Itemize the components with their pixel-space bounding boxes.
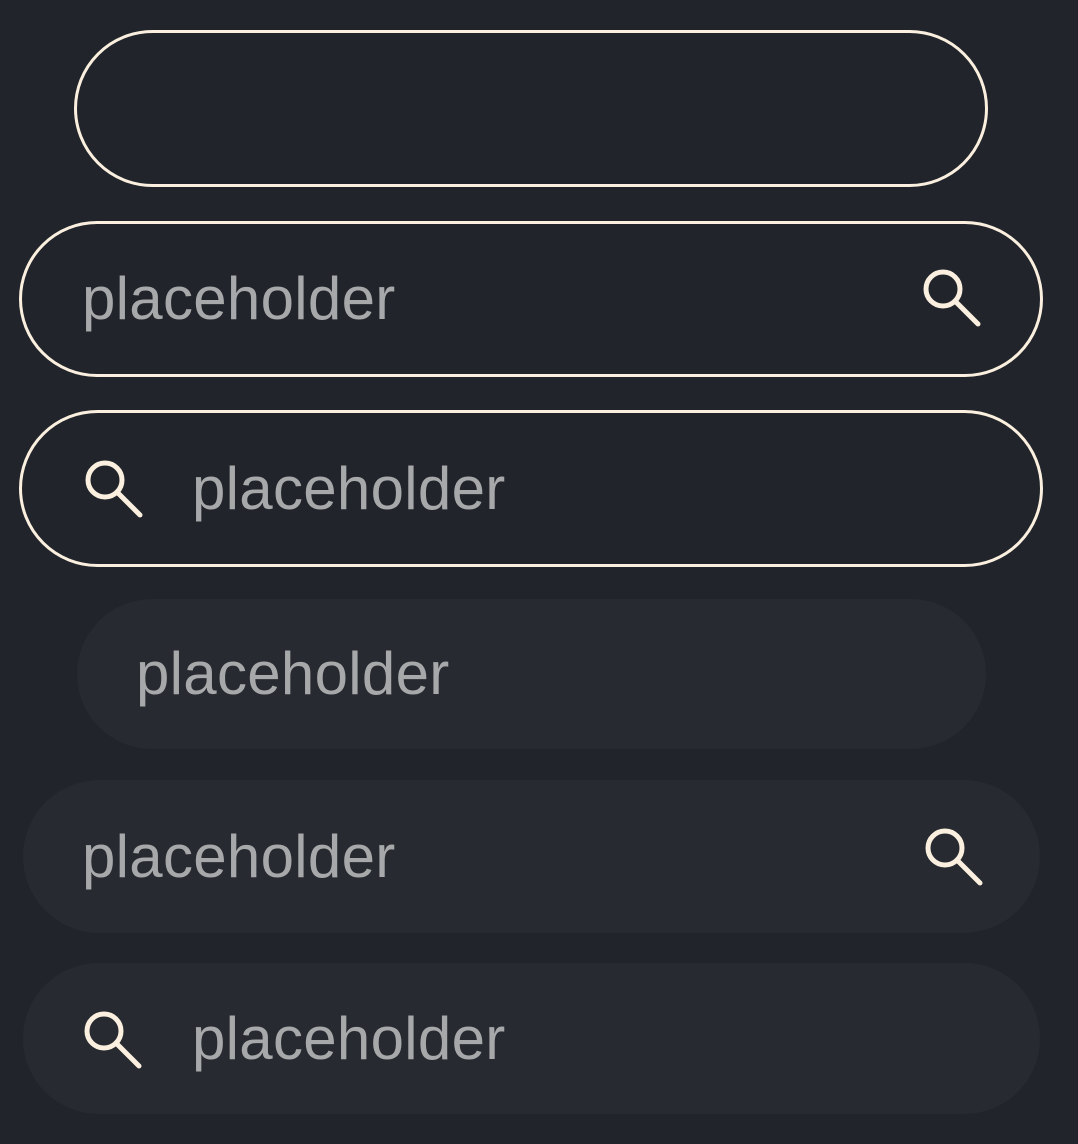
search-input-filled-leading-icon[interactable]: placeholder	[23, 963, 1040, 1114]
search-input-outlined-trailing-icon[interactable]: placeholder	[19, 221, 1043, 377]
search-input-filled-plain[interactable]: placeholder	[77, 599, 986, 749]
search-icon	[79, 1006, 143, 1070]
search-icon[interactable]	[918, 264, 982, 328]
search-placeholder: placeholder	[192, 454, 506, 522]
search-icon	[80, 455, 144, 519]
search-placeholder: placeholder	[82, 265, 396, 332]
search-placeholder: placeholder	[192, 1004, 506, 1072]
search-input-outlined-leading-icon[interactable]: placeholder	[19, 410, 1043, 567]
search-placeholder: placeholder	[82, 822, 396, 890]
search-placeholder: placeholder	[136, 640, 450, 707]
search-field-showcase: placeholder placeholder placeholder plac…	[0, 0, 1078, 1144]
search-input-filled-trailing-icon[interactable]: placeholder	[23, 780, 1040, 933]
search-icon[interactable]	[920, 823, 984, 887]
search-input-outlined-empty[interactable]	[74, 30, 988, 187]
